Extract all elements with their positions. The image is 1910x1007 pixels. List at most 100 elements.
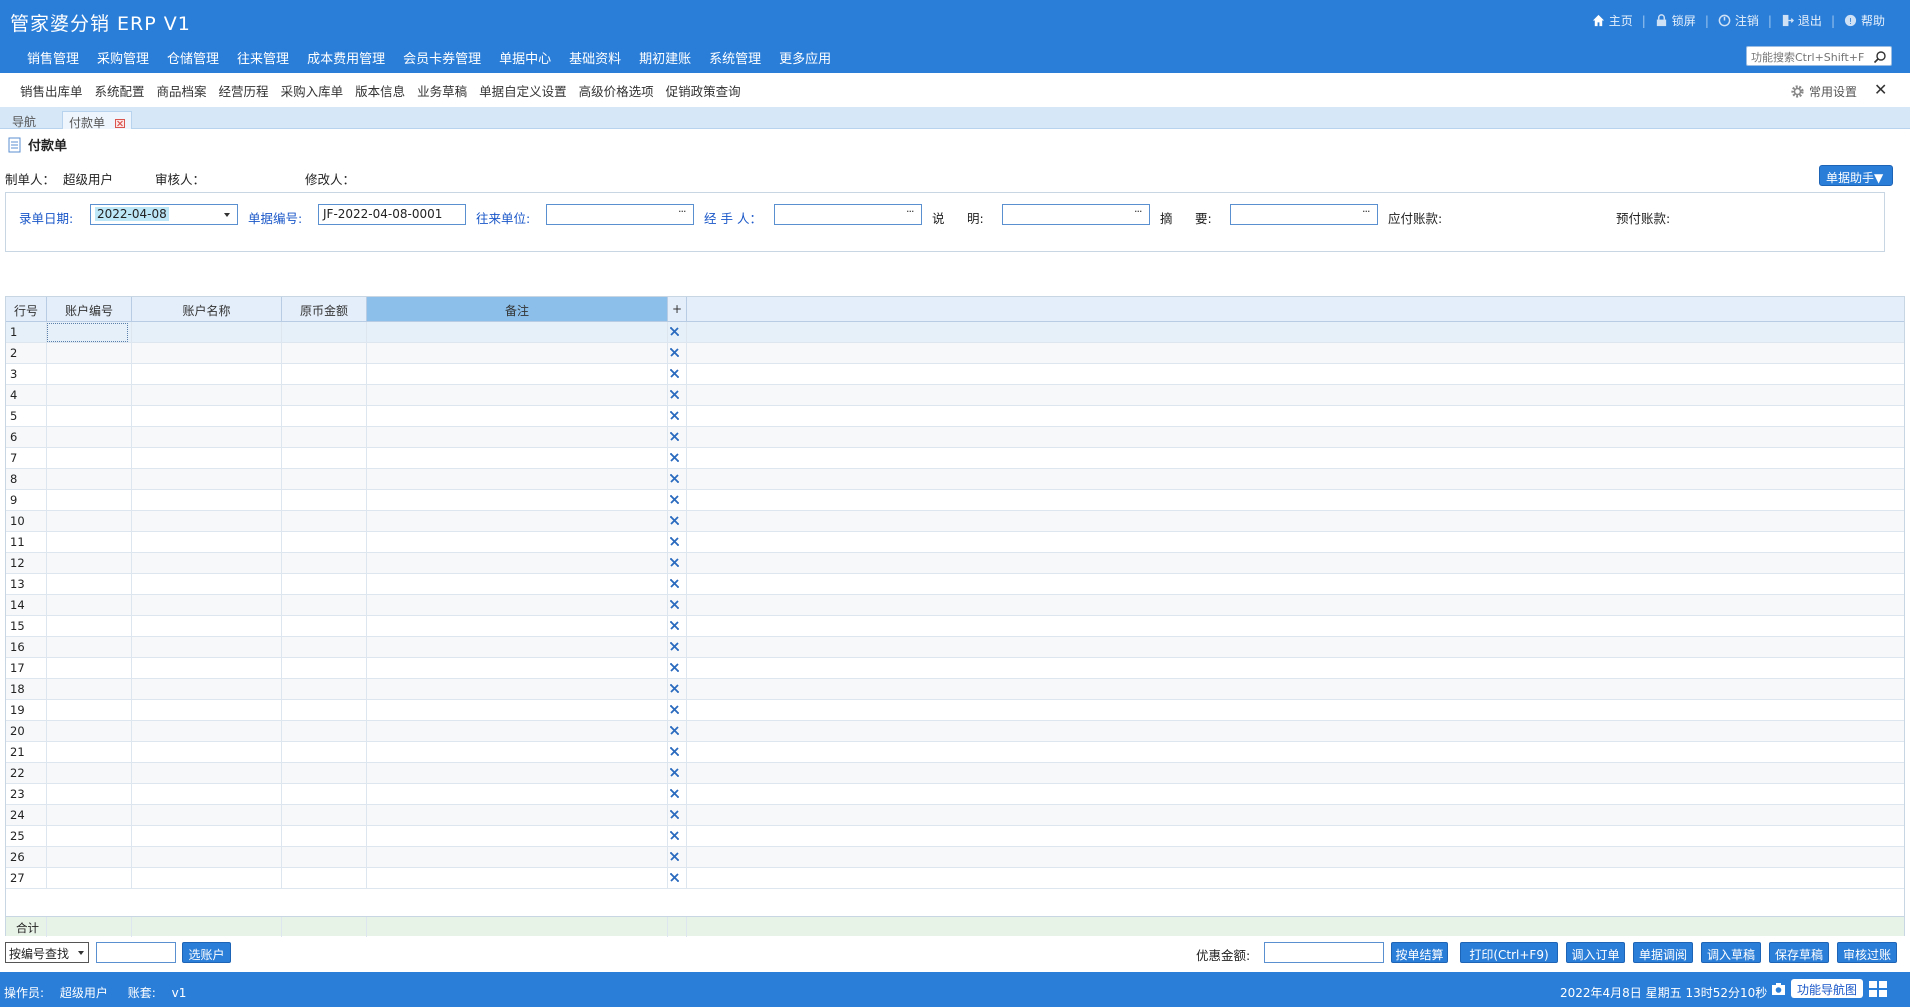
table-row[interactable]: 7 [6, 448, 1904, 469]
grid-cell[interactable] [282, 322, 367, 342]
delete-row-icon[interactable] [669, 536, 680, 547]
grid-cell[interactable] [132, 385, 282, 405]
tab-close-icon[interactable] [114, 119, 125, 128]
query-mode-select[interactable]: 按编号查找 [5, 942, 89, 963]
table-row[interactable]: 9 [6, 490, 1904, 511]
grid-cell[interactable] [132, 805, 282, 825]
delete-row-icon[interactable] [669, 515, 680, 526]
table-row[interactable]: 27 [6, 868, 1904, 889]
grid-cell[interactable] [132, 784, 282, 804]
grid-cell[interactable] [282, 847, 367, 867]
grid-cell[interactable] [47, 385, 132, 405]
grid-cell[interactable] [282, 763, 367, 783]
grid-cell[interactable] [367, 364, 668, 384]
shortcut-history[interactable]: 经营历程 [213, 81, 275, 100]
table-row[interactable]: 24 [6, 805, 1904, 826]
grid-cell[interactable] [47, 847, 132, 867]
partner-field[interactable] [546, 204, 694, 225]
table-row[interactable]: 14 [6, 595, 1904, 616]
chevron-down-icon[interactable] [224, 213, 230, 217]
table-row[interactable]: 11 [6, 532, 1904, 553]
grid-cell[interactable] [367, 679, 668, 699]
grid-cell[interactable] [282, 868, 367, 888]
delete-row-icon[interactable] [669, 683, 680, 694]
table-row[interactable]: 6 [6, 427, 1904, 448]
shortcut-drafts[interactable]: 业务草稿 [411, 81, 473, 100]
table-row[interactable]: 26 [6, 847, 1904, 868]
delete-row-icon[interactable] [669, 746, 680, 757]
grid-cell[interactable] [132, 427, 282, 447]
summary-field[interactable] [1230, 204, 1378, 225]
menu-documents[interactable]: 单据中心 [490, 48, 560, 67]
grid-cell[interactable] [282, 427, 367, 447]
grid-cell[interactable] [132, 322, 282, 342]
grid-cell[interactable] [367, 847, 668, 867]
grid-cell[interactable] [367, 616, 668, 636]
number-field[interactable]: JF-2022-04-08-0001 [318, 204, 466, 225]
menu-basic-data[interactable]: 基础资料 [560, 48, 630, 67]
table-row[interactable]: 25 [6, 826, 1904, 847]
grid-cell[interactable] [367, 385, 668, 405]
grid-cell[interactable] [282, 406, 367, 426]
delete-row-icon[interactable] [669, 431, 680, 442]
table-row[interactable]: 20 [6, 721, 1904, 742]
grid-cell[interactable] [132, 616, 282, 636]
shortcut-products[interactable]: 商品档案 [151, 81, 213, 100]
grid-cell[interactable] [47, 658, 132, 678]
view-documents-button[interactable]: 单据调阅 [1633, 942, 1693, 963]
col-account-code[interactable]: 账户编号 [47, 297, 132, 321]
grid-cell[interactable] [282, 490, 367, 510]
grid-cell[interactable] [132, 490, 282, 510]
delete-row-icon[interactable] [669, 599, 680, 610]
grid-cell[interactable] [132, 343, 282, 363]
print-button[interactable]: 打印(Ctrl+F9) [1460, 942, 1558, 963]
delete-row-icon[interactable] [669, 368, 680, 379]
table-row[interactable]: 8 [6, 469, 1904, 490]
delete-row-icon[interactable] [669, 788, 680, 799]
grid-cell[interactable] [282, 616, 367, 636]
summary-browse-button[interactable]: ··· [1362, 205, 1370, 218]
delete-row-icon[interactable] [669, 872, 680, 883]
handler-browse-button[interactable]: ··· [906, 205, 914, 218]
save-draft-button[interactable]: 保存草稿 [1769, 942, 1829, 963]
nav-map-button[interactable]: 功能导航图 [1791, 979, 1864, 998]
grid-cell[interactable] [282, 448, 367, 468]
grid-cell[interactable] [367, 469, 668, 489]
grid-cell[interactable] [47, 637, 132, 657]
shortcut-doc-custom[interactable]: 单据自定义设置 [473, 81, 573, 100]
grid-cell[interactable] [47, 679, 132, 699]
focused-cell[interactable] [47, 323, 128, 342]
grid-cell[interactable] [282, 805, 367, 825]
grid-cell[interactable] [47, 511, 132, 531]
col-remark[interactable]: 备注 [367, 297, 668, 321]
shortcut-sys-config[interactable]: 系统配置 [89, 81, 151, 100]
menu-sales[interactable]: 销售管理 [18, 48, 88, 67]
menu-more-apps[interactable]: 更多应用 [770, 48, 840, 67]
grid-cell[interactable] [282, 532, 367, 552]
grid-cell[interactable] [47, 784, 132, 804]
handler-field[interactable] [774, 204, 922, 225]
camera-icon[interactable] [1771, 982, 1786, 996]
grid-cell[interactable] [47, 364, 132, 384]
grid-cell[interactable] [367, 658, 668, 678]
delete-row-icon[interactable] [669, 452, 680, 463]
home-link[interactable]: 主页 [1583, 12, 1642, 29]
grid-cell[interactable] [282, 385, 367, 405]
close-icon[interactable]: ✕ [1874, 80, 1887, 99]
table-row[interactable]: 4 [6, 385, 1904, 406]
partner-browse-button[interactable]: ··· [678, 205, 686, 218]
settle-by-order-button[interactable]: 按单结算 [1391, 942, 1448, 963]
grid-cell[interactable] [47, 868, 132, 888]
delete-row-icon[interactable] [669, 725, 680, 736]
table-row[interactable]: 3 [6, 364, 1904, 385]
grid-cell[interactable] [132, 364, 282, 384]
discount-input[interactable] [1264, 942, 1384, 963]
grid-cell[interactable] [282, 553, 367, 573]
grid-cell[interactable] [47, 406, 132, 426]
delete-row-icon[interactable] [669, 767, 680, 778]
grid-cell[interactable] [282, 343, 367, 363]
grid-cell[interactable] [47, 721, 132, 741]
approve-post-button[interactable]: 审核过账 [1837, 942, 1897, 963]
grid-cell[interactable] [132, 553, 282, 573]
grid-cell[interactable] [367, 322, 668, 342]
